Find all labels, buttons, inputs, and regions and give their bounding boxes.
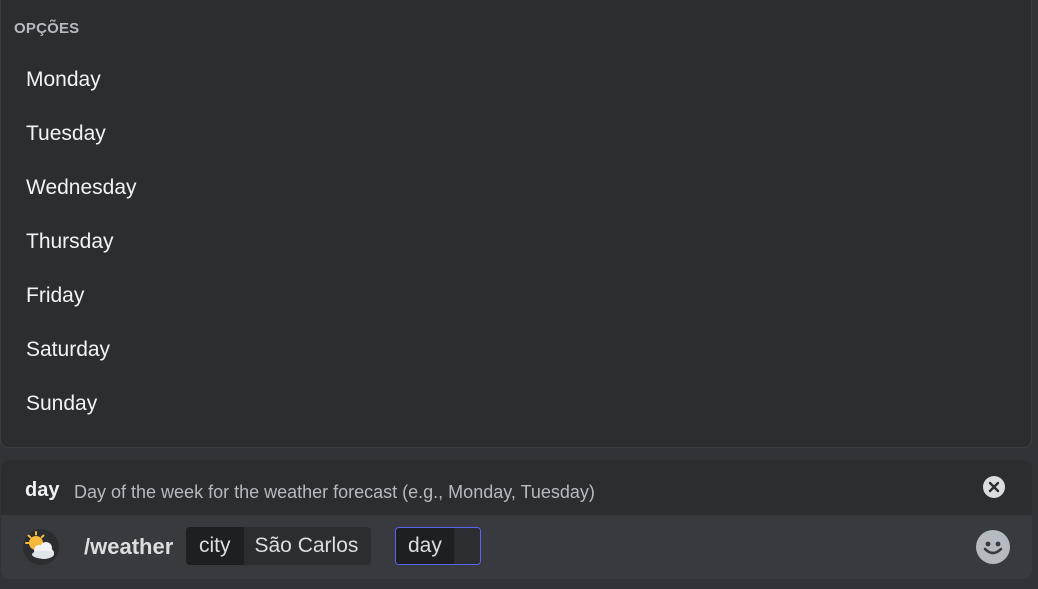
weather-partly-cloudy-icon (23, 529, 59, 565)
option-monday[interactable]: Monday (1, 58, 1031, 112)
close-x-glyph (988, 481, 1000, 493)
command-name: /weather (84, 534, 174, 559)
options-header: OPÇÕES (14, 20, 80, 37)
param-day-value[interactable] (453, 528, 480, 564)
close-icon[interactable] (983, 476, 1005, 498)
option-thursday[interactable]: Thursday (1, 220, 1031, 274)
option-sunday[interactable]: Sunday (1, 382, 1031, 436)
param-city-chip[interactable]: city São Carlos (186, 527, 372, 565)
hint-param-name: day (25, 479, 60, 501)
option-wednesday[interactable]: Wednesday (1, 166, 1031, 220)
option-tuesday[interactable]: Tuesday (1, 112, 1031, 166)
parameter-hint-bar: day Day of the week for the weather fore… (1, 460, 1032, 516)
hint-param-description: Day of the week for the weather forecast… (74, 482, 595, 502)
option-friday[interactable]: Friday (1, 274, 1031, 328)
emoji-smile-icon[interactable] (976, 530, 1010, 564)
options-popup: OPÇÕES Monday Tuesday Wednesday Thursday… (0, 0, 1032, 448)
options-list: Monday Tuesday Wednesday Thursday Friday… (1, 58, 1031, 436)
param-city-name: city (186, 527, 244, 565)
emoji-face-glyph (983, 541, 1003, 555)
param-day-name: day (396, 528, 454, 564)
slash-command-autocomplete: OPÇÕES Monday Tuesday Wednesday Thursday… (0, 0, 1038, 589)
message-composer: /weather city São Carlos day (1, 515, 1032, 579)
param-city-value: São Carlos (254, 534, 359, 557)
option-saturday[interactable]: Saturday (1, 328, 1031, 382)
param-day-input[interactable]: day (395, 527, 481, 565)
